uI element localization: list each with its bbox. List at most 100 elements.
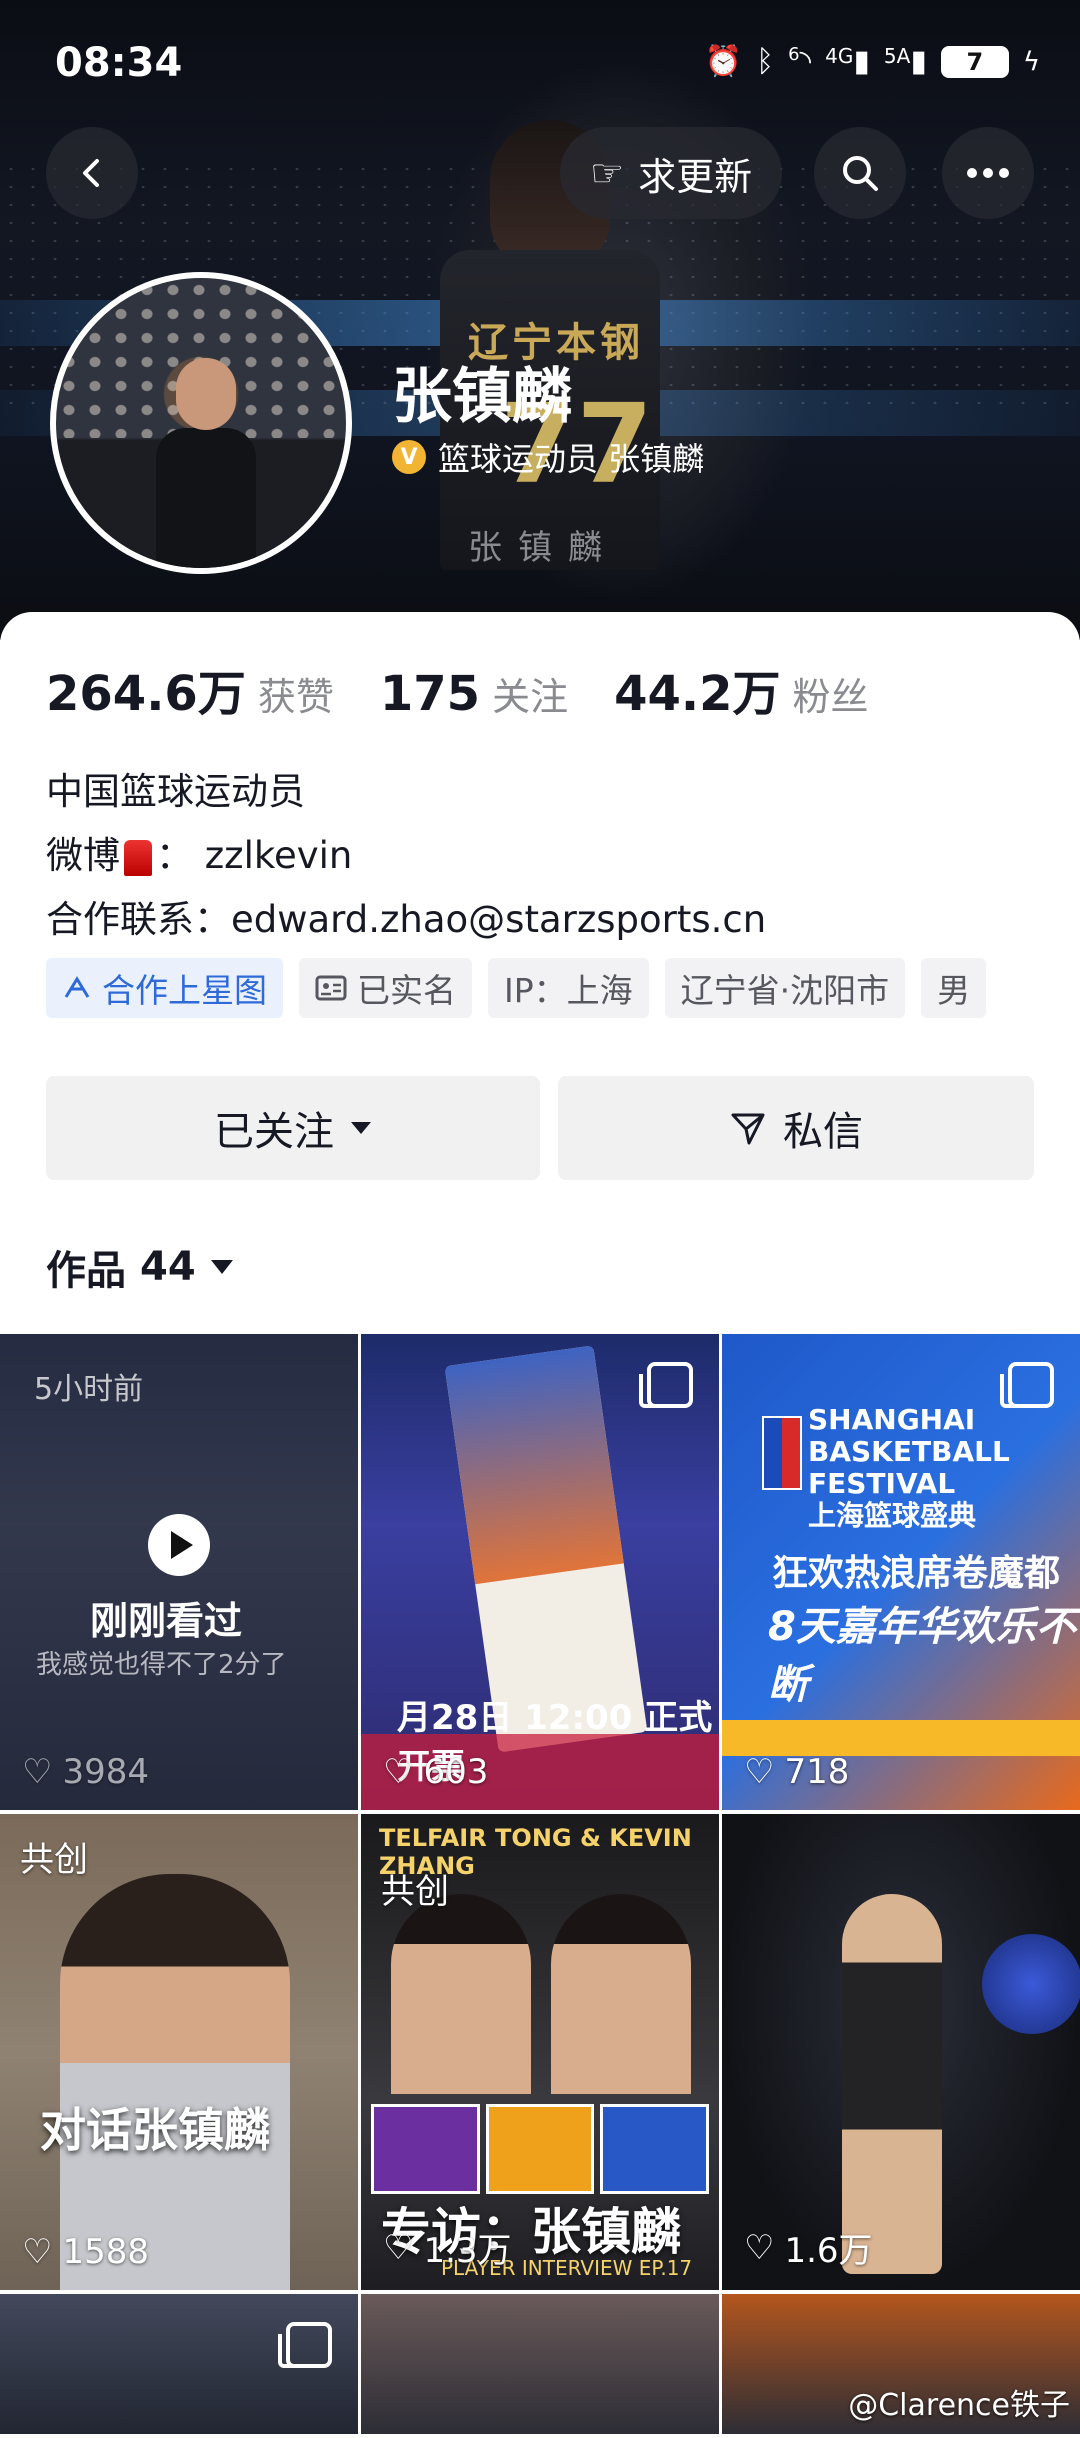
video-tile[interactable]: 共创 对话张镇麟 ♡ 1588 <box>0 1814 358 2290</box>
video-tile[interactable]: ♡ 1.6万 <box>722 1814 1080 2290</box>
heart-icon: ♡ <box>383 1752 414 1792</box>
tag-verified[interactable]: 已实名 <box>299 958 472 1018</box>
send-icon <box>731 1113 765 1145</box>
search-icon <box>843 156 878 191</box>
back-button[interactable] <box>46 127 138 219</box>
like-count: ♡ 3984 <box>22 1752 150 1792</box>
nba-logo <box>762 1416 802 1490</box>
team-logo <box>485 2104 595 2194</box>
stat-value: 44.2万 <box>614 666 781 722</box>
video-tile[interactable]: 5小时前 刚刚看过 我感觉也得不了2分了 ♡ 3984 <box>0 1334 358 1810</box>
video-tile[interactable]: TELFAIR TONG & KEVIN ZHANG 共创 专访：张镇麟 PLA… <box>361 1814 719 2290</box>
tag-label: 辽宁省·沈阳市 <box>680 971 890 1010</box>
signal-icon-1: 4G▮ <box>825 44 870 79</box>
video-caption: 对话张镇麟 <box>40 2103 270 2157</box>
hand-pointer-icon: ☞ <box>590 151 625 195</box>
bio-line: 中国篮球运动员 <box>46 770 305 813</box>
tag-location: 辽宁省·沈阳市 <box>664 958 906 1018</box>
charging-icon: ϟ <box>1022 46 1040 77</box>
stat-value: 264.6万 <box>46 666 246 722</box>
team-logo <box>600 2104 710 2194</box>
like-count: ♡ 1.6万 <box>744 2227 873 2272</box>
team-logos <box>371 2104 710 2194</box>
promo-footer <box>722 1720 1080 1756</box>
contact-email: edward.zhao@starzsports.cn <box>231 898 767 941</box>
wifi-icon: 6◝ <box>788 44 812 79</box>
avatar[interactable] <box>50 272 352 574</box>
like-count: ♡ 718 <box>744 1752 850 1792</box>
tags-row: 合作上星图 已实名 IP：上海 辽宁省·沈阳市 男 <box>46 958 987 1018</box>
tag-gender: 男 <box>921 958 987 1018</box>
weibo-handle: zzlkevin <box>204 834 353 877</box>
more-button[interactable] <box>942 127 1034 219</box>
co-create-badge: 共创 <box>20 1840 88 1880</box>
player-figure <box>551 1894 691 2094</box>
following-label: 已关注 <box>214 1109 334 1155</box>
video-caption: 我感觉也得不了2分了 <box>36 1650 287 1680</box>
video-tile[interactable] <box>0 2294 358 2434</box>
bio-contact: 合作联系：edward.zhao@starzsports.cn <box>46 898 767 941</box>
promo-line-2: 8天嘉年华欢乐不断 <box>768 1604 1076 1708</box>
bio: 中国篮球运动员 微博： zzlkevin 合作联系：edward.zhao@st… <box>46 760 766 952</box>
co-create-badge: 共创 <box>381 1872 449 1912</box>
tag-ip: IP：上海 <box>488 958 649 1018</box>
message-label: 私信 <box>783 1109 863 1155</box>
id-card-icon <box>315 975 347 1001</box>
signal-icon-2: 5A▮ <box>883 44 927 79</box>
verification-line: V 篮球运动员 张镇麟 <box>392 434 704 480</box>
like-count: ♡ 603 <box>383 1752 489 1792</box>
status-bar: 08:34 ⏰ ᛒ 6◝ 4G▮ 5A▮ 7 ϟ <box>0 0 1080 130</box>
bluetooth-icon: ᛒ <box>756 44 775 79</box>
interviewer-figure <box>391 1894 531 2094</box>
watermark: @Clarence铁子 <box>848 2388 1070 2423</box>
stat-label: 粉丝 <box>792 675 869 719</box>
like-count: ♡ 1.3万 <box>383 2227 512 2272</box>
bio-weibo: 微博： zzlkevin <box>46 834 353 877</box>
heart-icon: ♡ <box>22 1752 53 1792</box>
like-count: ♡ 1588 <box>22 2232 150 2272</box>
festival-title: SHANGHAI BASKETBALL FESTIVAL 上海篮球盛典 <box>808 1403 1010 1532</box>
tag-label: 男 <box>937 971 971 1010</box>
tag-label: 已实名 <box>357 971 456 1010</box>
video-tile[interactable]: 月28日 12:00 正式开票 ♡ 603 <box>361 1334 719 1810</box>
stat-label: 获赞 <box>257 675 334 719</box>
alarm-icon: ⏰ <box>704 44 743 79</box>
video-tile[interactable]: SHANGHAI BASKETBALL FESTIVAL 上海篮球盛典 狂欢热浪席… <box>722 1334 1080 1810</box>
video-tile[interactable] <box>361 2294 719 2434</box>
team-logo <box>371 2104 480 2194</box>
caret-down-icon <box>210 1260 233 1274</box>
jersey-name: 张镇麟 <box>468 528 618 568</box>
works-tab[interactable]: 作品 44 <box>46 1238 234 1296</box>
tag-label: 合作上星图 <box>102 971 267 1010</box>
request-update-button[interactable]: ☞ 求更新 <box>560 127 783 219</box>
stat-following[interactable]: 175 关注 <box>380 666 568 722</box>
following-button[interactable]: 已关注 <box>46 1076 540 1180</box>
search-button[interactable] <box>814 127 906 219</box>
verified-badge-icon: V <box>392 440 426 474</box>
play-icon <box>148 1514 210 1576</box>
stat-followers[interactable]: 44.2万 粉丝 <box>614 654 868 724</box>
multi-image-icon <box>1000 1362 1054 1408</box>
time-ago: 5小时前 <box>34 1372 144 1407</box>
heart-icon: ♡ <box>22 2232 53 2272</box>
action-buttons: 已关注 私信 <box>46 1076 1034 1180</box>
clock: 08:34 <box>55 40 183 86</box>
stat-label: 关注 <box>492 675 569 719</box>
pom-pom <box>982 1934 1080 2034</box>
tag-star-map[interactable]: 合作上星图 <box>46 958 283 1018</box>
stat-likes[interactable]: 264.6万 获赞 <box>46 654 334 724</box>
video-tile[interactable]: @Clarence铁子 <box>722 2294 1080 2434</box>
message-button[interactable]: 私信 <box>558 1076 1034 1180</box>
verification-text: 篮球运动员 张镇麟 <box>438 440 705 478</box>
stats-row: 264.6万 获赞 175 关注 44.2万 粉丝 <box>46 654 915 724</box>
status-icons: ⏰ ᛒ 6◝ 4G▮ 5A▮ 7 ϟ <box>705 44 1040 79</box>
promo-line-1: 狂欢热浪席卷魔都 <box>772 1553 1061 1594</box>
works-label: 作品 <box>46 1248 126 1294</box>
video-grid: 5小时前 刚刚看过 我感觉也得不了2分了 ♡ 3984 月28日 12:00 正式… <box>0 1334 1080 2434</box>
battery-icon: 7 <box>940 45 1009 78</box>
profile-name: 张镇麟 <box>392 362 572 432</box>
tag-label: IP：上海 <box>504 971 633 1010</box>
watched-label: 刚刚看过 <box>90 1599 243 1643</box>
back-arrow-icon <box>83 159 99 187</box>
more-icon <box>967 168 1009 178</box>
